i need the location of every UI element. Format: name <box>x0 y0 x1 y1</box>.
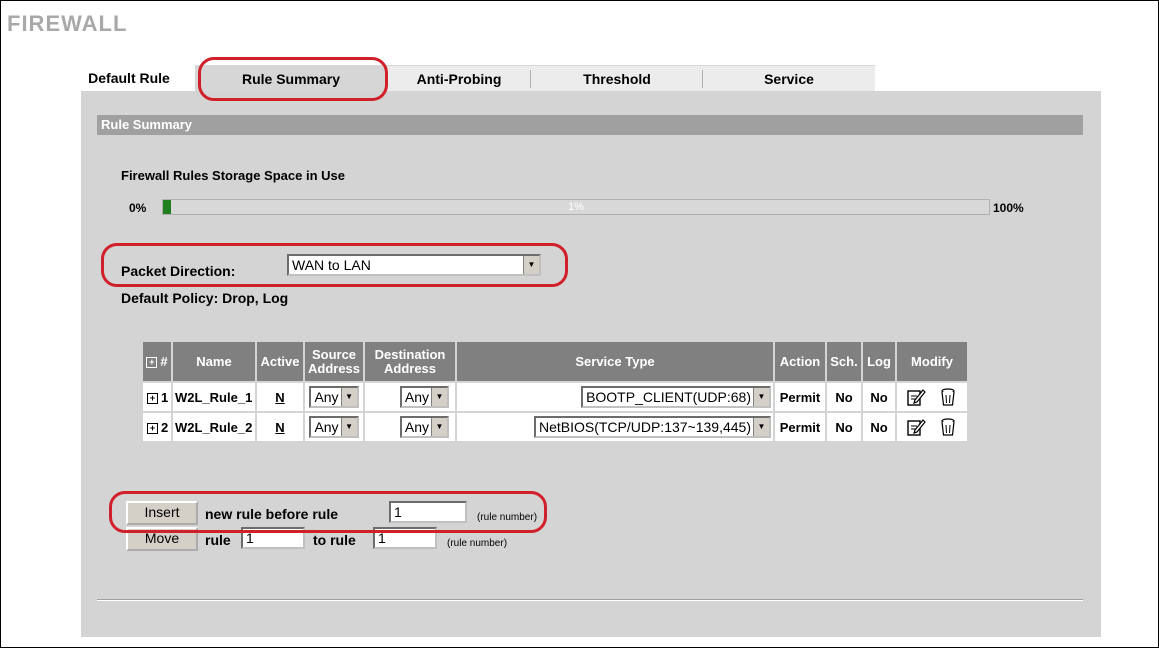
packet-direction-label: Packet Direction: <box>121 263 236 279</box>
trash-icon[interactable] <box>938 417 958 437</box>
storage-max-label: 100% <box>993 201 1024 215</box>
rule-log: No <box>863 383 895 411</box>
header-service-type: Service Type <box>457 342 773 381</box>
header-source: Source Address <box>305 342 363 381</box>
expand-icon[interactable]: + <box>147 392 158 404</box>
insert-button[interactable]: Insert <box>126 501 198 525</box>
insert-label: new rule before rule <box>205 506 339 522</box>
storage-progress-bar: 1% <box>162 199 990 215</box>
storage-value-label: 1% <box>568 201 584 213</box>
tab-rule-summary[interactable]: Rule Summary <box>195 65 387 91</box>
insert-rule-number-input[interactable]: 1 <box>389 501 467 523</box>
expand-icon[interactable]: + <box>147 422 158 434</box>
header-action: Action <box>775 342 825 381</box>
header-destination: Destination Address <box>365 342 455 381</box>
edit-icon[interactable] <box>906 417 926 437</box>
move-from-input[interactable]: 1 <box>241 527 305 549</box>
destination-cell: Any ▼ <box>365 383 455 411</box>
page-frame: FIREWALL Default Rule Rule Summary Anti-… <box>0 0 1159 648</box>
move-rule-label: rule <box>205 532 231 548</box>
rule-name: W2L_Rule_2 <box>173 413 255 441</box>
destination-address-select[interactable]: Any ▼ <box>399 386 449 408</box>
row-num-cell: +1 <box>143 383 171 411</box>
rule-action: Permit <box>775 413 825 441</box>
storage-min-label: 0% <box>129 201 147 215</box>
storage-label: Firewall Rules Storage Space in Use <box>121 168 345 183</box>
table-header-row: + # Name Active Source Address Destinatio… <box>143 342 967 381</box>
rule-action: Permit <box>775 383 825 411</box>
edit-icon[interactable] <box>906 387 926 407</box>
chevron-down-icon: ▼ <box>431 388 447 406</box>
source-cell: Any ▼ <box>305 383 363 411</box>
rule-active-link[interactable]: N <box>275 390 284 405</box>
divider <box>97 599 1083 601</box>
expand-all-icon[interactable]: + <box>146 356 158 368</box>
tab-threshold[interactable]: Threshold <box>531 65 703 91</box>
packet-direction-select[interactable]: WAN to LAN ▼ <box>287 254 541 276</box>
chevron-down-icon: ▼ <box>340 388 357 406</box>
chevron-down-icon: ▼ <box>523 256 539 274</box>
chevron-down-icon: ▼ <box>753 388 769 406</box>
chevron-down-icon: ▼ <box>431 418 447 436</box>
page-title: FIREWALL <box>7 11 128 36</box>
rule-table: + # Name Active Source Address Destinatio… <box>141 340 969 443</box>
source-cell: Any ▼ <box>305 413 363 441</box>
tab-anti-probing[interactable]: Anti-Probing <box>387 65 531 91</box>
insert-hint: (rule number) <box>477 512 538 523</box>
chevron-down-icon: ▼ <box>340 418 357 436</box>
section-title: Rule Summary <box>97 115 1083 135</box>
header-name: Name <box>173 342 255 381</box>
header-modify: Modify <box>897 342 967 381</box>
chevron-down-icon: ▼ <box>753 418 769 436</box>
service-type-select[interactable]: NetBIOS(TCP/UDP:137~139,445) ▼ <box>533 416 771 438</box>
header-num: + # <box>143 342 171 381</box>
modify-cell <box>897 383 967 411</box>
trash-icon[interactable] <box>938 387 958 407</box>
table-row: +2 W2L_Rule_2 N Any ▼ Any ▼ NetBIOS(TCP/UD… <box>143 413 967 441</box>
source-address-select[interactable]: Any ▼ <box>309 386 359 408</box>
rule-summary-panel: Rule Summary Firewall Rules Storage Spac… <box>81 91 1101 637</box>
rule-active-link[interactable]: N <box>275 420 284 435</box>
move-to-label: to rule <box>313 532 356 548</box>
tab-bar: Default Rule Rule Summary Anti-Probing T… <box>63 65 875 91</box>
header-active: Active <box>257 342 303 381</box>
row-num-cell: +2 <box>143 413 171 441</box>
destination-address-select[interactable]: Any ▼ <box>399 416 449 438</box>
header-schedule: Sch. <box>827 342 861 381</box>
header-log: Log <box>863 342 895 381</box>
rule-schedule: No <box>827 383 861 411</box>
move-button[interactable]: Move <box>126 527 198 551</box>
service-cell: NetBIOS(TCP/UDP:137~139,445) ▼ <box>457 413 773 441</box>
destination-cell: Any ▼ <box>365 413 455 441</box>
rule-active-cell: N <box>257 413 303 441</box>
tab-service[interactable]: Service <box>703 65 875 91</box>
rule-active-cell: N <box>257 383 303 411</box>
move-to-input[interactable]: 1 <box>373 527 437 549</box>
rule-schedule: No <box>827 413 861 441</box>
source-address-select[interactable]: Any ▼ <box>309 416 359 438</box>
move-hint: (rule number) <box>447 538 508 549</box>
default-policy: Default Policy: Drop, Log <box>121 290 289 306</box>
rule-name: W2L_Rule_1 <box>173 383 255 411</box>
tab-default-rule[interactable]: Default Rule <box>63 65 195 91</box>
packet-direction-value: WAN to LAN <box>292 257 371 273</box>
service-cell: BOOTP_CLIENT(UDP:68) ▼ <box>457 383 773 411</box>
table-row: +1 W2L_Rule_1 N Any ▼ Any ▼ BOOTP_CLIENT(U… <box>143 383 967 411</box>
modify-cell <box>897 413 967 441</box>
rule-log: No <box>863 413 895 441</box>
service-type-select[interactable]: BOOTP_CLIENT(UDP:68) ▼ <box>581 386 771 408</box>
